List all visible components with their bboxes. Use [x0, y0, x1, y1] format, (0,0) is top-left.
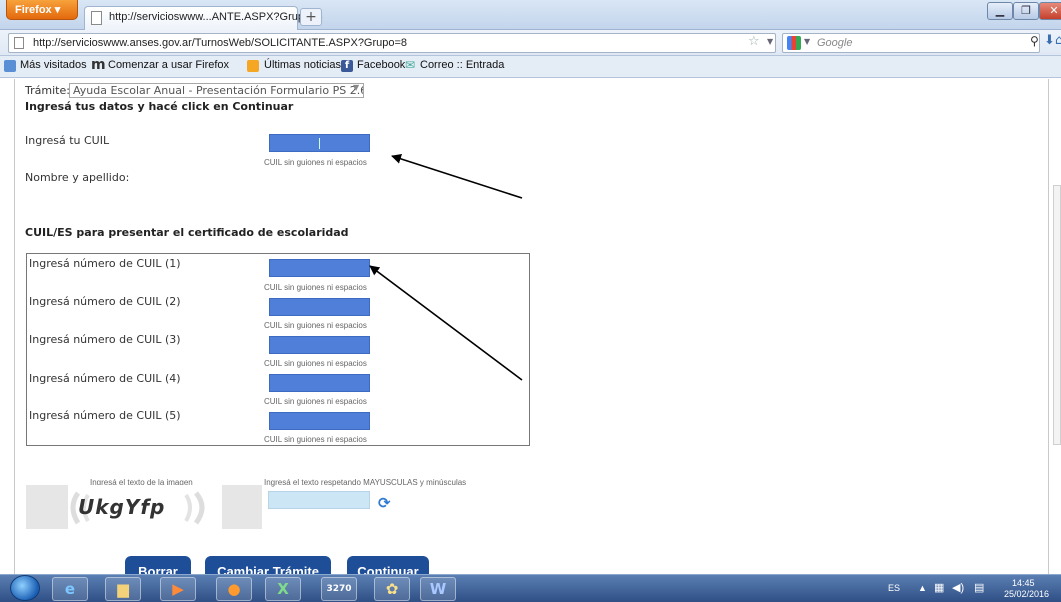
captcha-side-panel [222, 485, 262, 529]
word-icon[interactable]: W [420, 577, 456, 601]
device-icon[interactable]: ▤ [974, 581, 984, 594]
captcha-input-label: Ingresá el texto respetando MAYUSCULAS y… [264, 478, 467, 487]
captcha-input[interactable] [268, 491, 370, 509]
captcha-side-panel [26, 485, 68, 529]
arrow-to-cuil-input-1 [369, 265, 523, 381]
clock-time[interactable]: 14:45 [1012, 578, 1035, 588]
refresh-icon[interactable]: ⟳ [378, 494, 391, 512]
captcha-text: UkgYfp [78, 495, 166, 519]
clock-date[interactable]: 25/02/2016 [1004, 589, 1049, 599]
language-indicator[interactable]: ES [888, 583, 900, 593]
arrow-to-cuil-input [391, 154, 523, 199]
network-icon[interactable]: ▦ [934, 581, 944, 594]
start-button[interactable] [10, 575, 40, 601]
file-explorer-icon[interactable]: ▆ [105, 577, 141, 601]
app-3270-label: 3270 [326, 584, 352, 594]
volume-icon[interactable]: ◀) [952, 581, 964, 594]
system-tray: ES ▲ ▦ ◀) ▤ 14:45 25/02/2016 [880, 578, 1061, 600]
firefox-icon[interactable]: ● [216, 577, 252, 601]
app-3270-icon[interactable]: 3270 [321, 577, 357, 601]
media-player-icon[interactable]: ▶ [160, 577, 196, 601]
internet-explorer-icon[interactable]: e [52, 577, 88, 601]
paint-icon[interactable]: ✿ [374, 577, 410, 601]
excel-icon[interactable]: X [265, 577, 301, 601]
chevron-up-icon[interactable]: ▲ [918, 583, 927, 593]
